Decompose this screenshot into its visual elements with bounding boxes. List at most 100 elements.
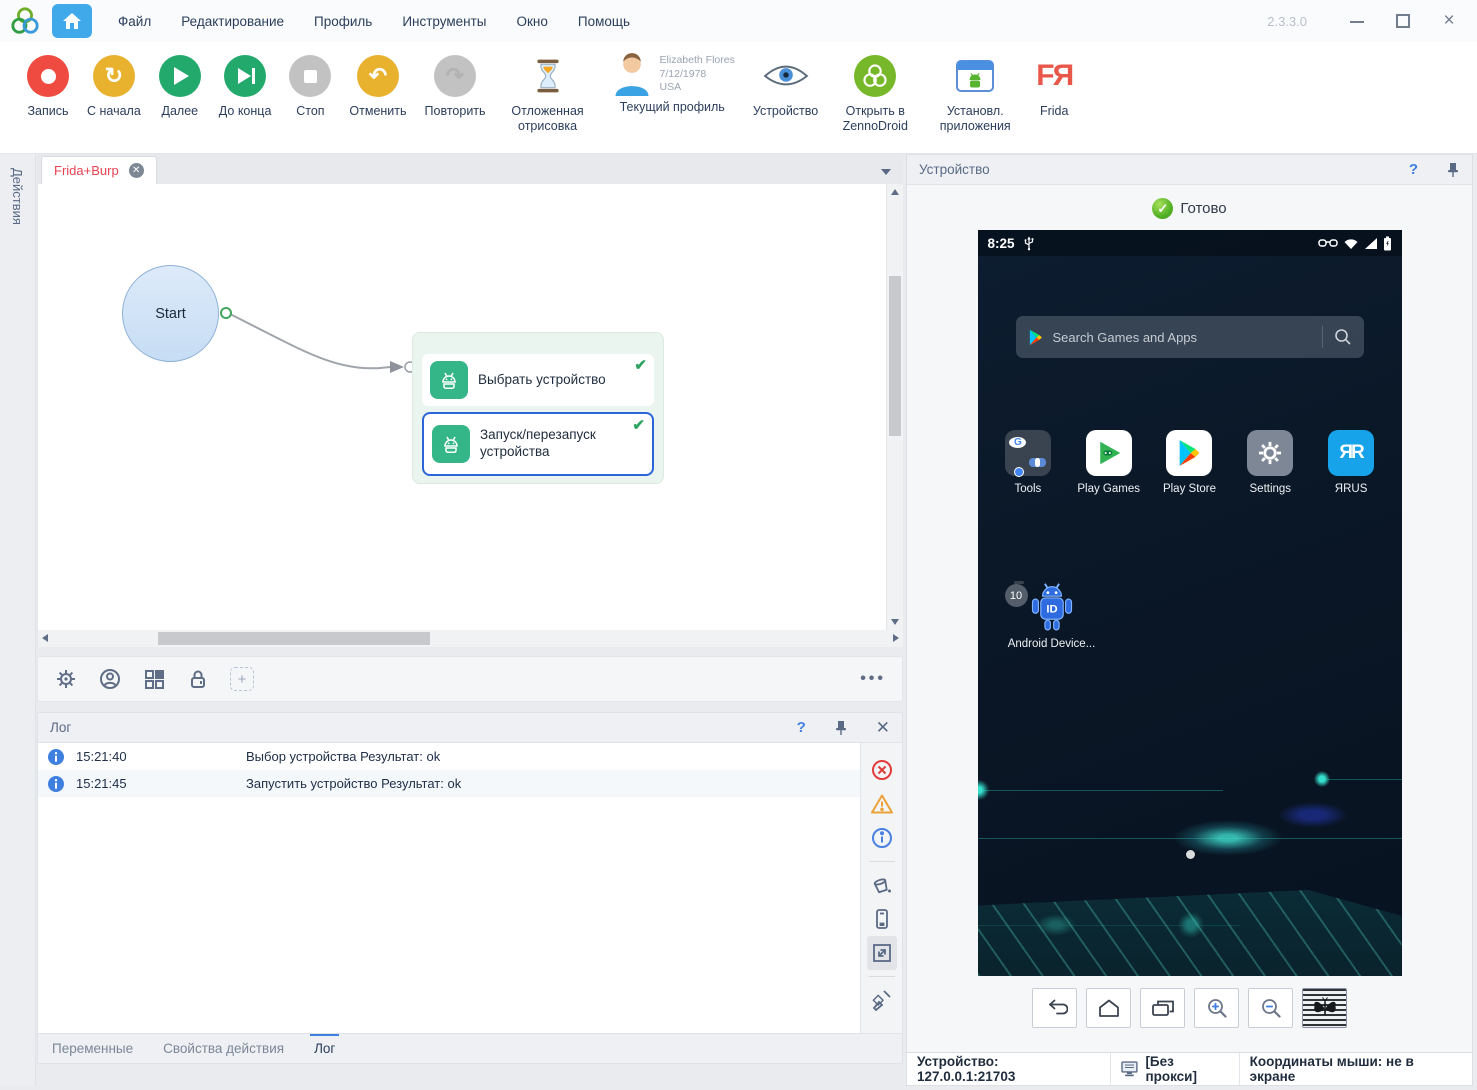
add-selection-icon[interactable]: + bbox=[230, 667, 254, 691]
menu-help[interactable]: Помощь bbox=[578, 14, 630, 29]
vscroll-thumb[interactable] bbox=[889, 276, 901, 436]
canvas-hscrollbar[interactable] bbox=[37, 630, 903, 647]
record-button[interactable]: Запись bbox=[18, 52, 78, 119]
action-restart-device[interactable]: Запуск/перезапуск устройства ✔ bbox=[422, 412, 654, 476]
device-view-button[interactable]: Устройство bbox=[744, 52, 827, 119]
app-window-android-icon bbox=[955, 59, 995, 93]
info-filter-icon[interactable] bbox=[867, 821, 897, 855]
expand-log-icon[interactable] bbox=[867, 936, 897, 970]
zoom-in-button[interactable] bbox=[1194, 988, 1239, 1028]
warnings-filter-icon[interactable] bbox=[867, 787, 897, 821]
nav-home-button[interactable] bbox=[1086, 988, 1131, 1028]
app-settings[interactable]: Settings bbox=[1234, 430, 1306, 495]
device-screen[interactable]: 8:25 Search Games and Apps bbox=[978, 230, 1402, 976]
app-play-store[interactable]: Play Store bbox=[1153, 430, 1225, 495]
menu-window[interactable]: Окно bbox=[517, 14, 548, 29]
restart-button[interactable]: ↻ С начала bbox=[78, 52, 150, 119]
battery-icon bbox=[1383, 236, 1392, 251]
info-icon bbox=[48, 776, 64, 792]
scroll-left-icon[interactable] bbox=[42, 634, 48, 642]
log-help-icon[interactable]: ? bbox=[797, 719, 806, 736]
android-action-icon bbox=[430, 361, 468, 399]
installed-apps-button[interactable]: Установл. приложения bbox=[923, 52, 1027, 134]
menu-edit[interactable]: Редактирование bbox=[181, 14, 284, 29]
action-select-device[interactable]: Выбрать устройство ✔ bbox=[422, 354, 654, 406]
nav-back-button[interactable] bbox=[1032, 988, 1077, 1028]
hscroll-thumb[interactable] bbox=[158, 632, 430, 645]
yarus-app-icon: ЯR bbox=[1328, 430, 1374, 476]
tab-log[interactable]: Лог bbox=[314, 1034, 335, 1064]
minimize-button[interactable] bbox=[1349, 13, 1365, 29]
scroll-right-icon[interactable] bbox=[893, 634, 899, 642]
grid-view-icon[interactable] bbox=[142, 667, 166, 691]
android-device-shortcut[interactable]: 10 ID Android Device... bbox=[1004, 582, 1100, 650]
errors-filter-icon[interactable] bbox=[867, 753, 897, 787]
avatar bbox=[610, 52, 654, 96]
tab-frida-burp[interactable]: Frida+Burp ✕ bbox=[41, 156, 157, 184]
device-help-icon[interactable]: ? bbox=[1409, 161, 1418, 178]
fill-bucket-icon[interactable] bbox=[867, 868, 897, 902]
device-log-icon[interactable] bbox=[867, 902, 897, 936]
flow-canvas[interactable]: Start Выбрать устройство ✔ bbox=[37, 184, 903, 630]
scroll-down-icon[interactable] bbox=[887, 614, 903, 630]
stop-button[interactable]: Стоп bbox=[280, 52, 340, 119]
bottom-tabbar: Переменные Свойства действия Лог bbox=[38, 1033, 902, 1063]
settings-gear-icon[interactable] bbox=[54, 667, 78, 691]
search-icon[interactable] bbox=[1334, 328, 1352, 346]
home-button[interactable] bbox=[52, 4, 92, 38]
maximize-button[interactable] bbox=[1395, 13, 1411, 29]
log-close-icon[interactable]: ✕ bbox=[876, 718, 890, 738]
log-row[interactable]: 15:21:45 Запустить устройство Результат:… bbox=[38, 770, 902, 797]
play-icon bbox=[159, 55, 201, 97]
canvas-tabbar: Frida+Burp ✕ bbox=[37, 154, 903, 184]
close-window-button[interactable]: × bbox=[1441, 13, 1457, 29]
search-divider bbox=[1322, 326, 1323, 348]
log-filter-strip bbox=[860, 743, 902, 1033]
current-profile-button[interactable]: Elizabeth Flores 7/12/1978 USA Текущий п… bbox=[601, 52, 744, 115]
menu-tools[interactable]: Инструменты bbox=[402, 14, 486, 29]
menu-file[interactable]: Файл bbox=[118, 14, 151, 29]
zoom-out-button[interactable] bbox=[1248, 988, 1293, 1028]
app-play-games[interactable]: Play Games bbox=[1073, 430, 1145, 495]
skip-end-icon bbox=[224, 55, 266, 97]
profile-circle-icon[interactable] bbox=[98, 667, 122, 691]
play-search-bar[interactable]: Search Games and Apps bbox=[1016, 316, 1364, 358]
log-row[interactable]: 15:21:40 Выбор устройства Результат: ok bbox=[38, 743, 902, 770]
tab-close-icon[interactable]: ✕ bbox=[129, 163, 144, 178]
tab-action-properties[interactable]: Свойства действия bbox=[163, 1034, 284, 1064]
profile-info: Elizabeth Flores 7/12/1978 USA bbox=[660, 52, 735, 95]
step-next-button[interactable]: Далее bbox=[150, 52, 210, 119]
tab-list-caret-icon[interactable] bbox=[881, 169, 891, 175]
menu-profile[interactable]: Профиль bbox=[314, 14, 372, 29]
canvas-vscrollbar[interactable] bbox=[886, 184, 903, 630]
nav-recents-button[interactable] bbox=[1140, 988, 1185, 1028]
redo-button[interactable]: ↷ Повторить bbox=[416, 52, 495, 119]
actions-strip-label: Действия bbox=[10, 168, 25, 225]
profile-country: USA bbox=[660, 81, 735, 95]
clear-log-icon[interactable] bbox=[867, 983, 897, 1017]
butterfly-capture-button[interactable] bbox=[1302, 988, 1347, 1028]
menubar: Файл Редактирование Профиль Инструменты … bbox=[118, 14, 630, 29]
main-toolbar: Запись ↻ С начала Далее До конца Стоп ↶ … bbox=[0, 42, 1477, 154]
info-icon bbox=[48, 749, 64, 765]
device-pin-icon[interactable] bbox=[1446, 162, 1460, 178]
scroll-up-icon[interactable] bbox=[887, 184, 903, 200]
app-yarus[interactable]: ЯR ЯRUS bbox=[1315, 430, 1387, 495]
run-to-end-button[interactable]: До конца bbox=[210, 52, 281, 119]
action-group[interactable]: Выбрать устройство ✔ Запуск/перезапуск у… bbox=[412, 332, 664, 484]
frida-button[interactable]: FЯ Frida bbox=[1027, 52, 1081, 119]
tab-variables[interactable]: Переменные bbox=[52, 1034, 133, 1064]
overflow-menu-icon[interactable]: ••• bbox=[860, 670, 886, 688]
start-node[interactable]: Start bbox=[122, 265, 219, 362]
log-pin-icon[interactable] bbox=[834, 720, 848, 736]
undo-button[interactable]: ↶ Отменить bbox=[340, 52, 415, 119]
device-nav-row bbox=[907, 988, 1472, 1028]
device-title: Устройство bbox=[919, 162, 990, 177]
hourglass-icon bbox=[534, 59, 562, 93]
lock-icon[interactable] bbox=[186, 667, 210, 691]
deferred-render-button[interactable]: Отложенная отрисовка bbox=[495, 52, 601, 134]
device-header: Устройство ? bbox=[907, 155, 1472, 185]
app-tools[interactable]: G Tools bbox=[992, 430, 1064, 495]
open-in-zennodroid-button[interactable]: Открыть в ZennoDroid bbox=[827, 52, 923, 134]
actions-side-strip[interactable]: Действия bbox=[0, 154, 36, 1086]
